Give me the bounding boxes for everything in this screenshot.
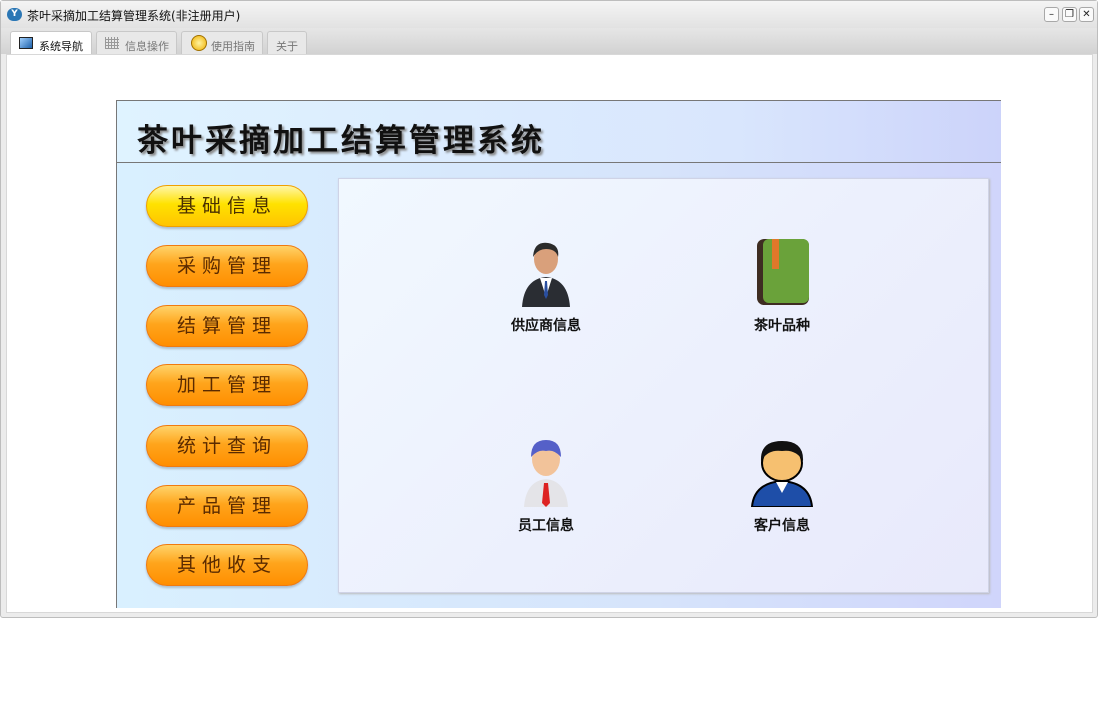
- help-icon: [191, 35, 207, 51]
- tab-strip: 系统导航 信息操作 使用指南 关于: [1, 28, 1097, 55]
- tea-variety-item[interactable]: 茶叶品种: [712, 237, 852, 335]
- tab-label: 信息操作: [125, 40, 169, 53]
- item-label: 客户信息: [754, 518, 810, 534]
- grid-icon: [105, 37, 119, 49]
- function-panel: 供应商信息 茶叶品种 员工信息 客户信息: [338, 178, 989, 593]
- minimize-button[interactable]: –: [1044, 7, 1059, 22]
- tab-label: 关于: [276, 40, 298, 53]
- menu-other-income[interactable]: 其他收支: [146, 544, 308, 586]
- tab-info-ops[interactable]: 信息操作: [96, 31, 177, 54]
- customer-icon: [750, 441, 814, 507]
- tab-about[interactable]: 关于: [267, 31, 307, 54]
- menu-products[interactable]: 产品管理: [146, 485, 308, 527]
- tab-user-guide[interactable]: 使用指南: [181, 31, 263, 54]
- banner-header: 茶叶采摘加工结算管理系统: [117, 101, 1001, 163]
- supplier-info-item[interactable]: 供应商信息: [476, 237, 616, 335]
- employee-icon: [524, 440, 568, 507]
- item-label: 供应商信息: [511, 318, 581, 334]
- item-label: 茶叶品种: [754, 318, 810, 334]
- customer-info-item[interactable]: 客户信息: [712, 437, 852, 535]
- menu-basic-info[interactable]: 基础信息: [146, 185, 308, 227]
- app-logo-icon: Y: [7, 8, 22, 21]
- menu-purchase[interactable]: 采购管理: [146, 245, 308, 287]
- tab-label: 使用指南: [211, 40, 255, 53]
- monitor-icon: [19, 37, 33, 49]
- menu-processing[interactable]: 加工管理: [146, 364, 308, 406]
- tab-label: 系统导航: [39, 40, 83, 53]
- system-title: 茶叶采摘加工结算管理系统: [137, 123, 545, 159]
- title-bar: Y 茶叶采摘加工结算管理系统(非注册用户) – ❐ ✕: [1, 1, 1097, 28]
- supplier-icon: [522, 242, 570, 307]
- menu-statistics[interactable]: 统计查询: [146, 425, 308, 467]
- main-banner: 茶叶采摘加工结算管理系统 基础信息 采购管理 结算管理 加工管理 统计查询 产品…: [116, 100, 1001, 608]
- restore-button[interactable]: ❐: [1062, 7, 1077, 22]
- item-label: 员工信息: [518, 518, 574, 534]
- tea-book-icon: [757, 239, 809, 305]
- tab-system-nav[interactable]: 系统导航: [10, 31, 92, 55]
- window-title: 茶叶采摘加工结算管理系统(非注册用户): [27, 9, 241, 23]
- employee-info-item[interactable]: 员工信息: [476, 437, 616, 535]
- close-button[interactable]: ✕: [1079, 7, 1094, 22]
- menu-settlement[interactable]: 结算管理: [146, 305, 308, 347]
